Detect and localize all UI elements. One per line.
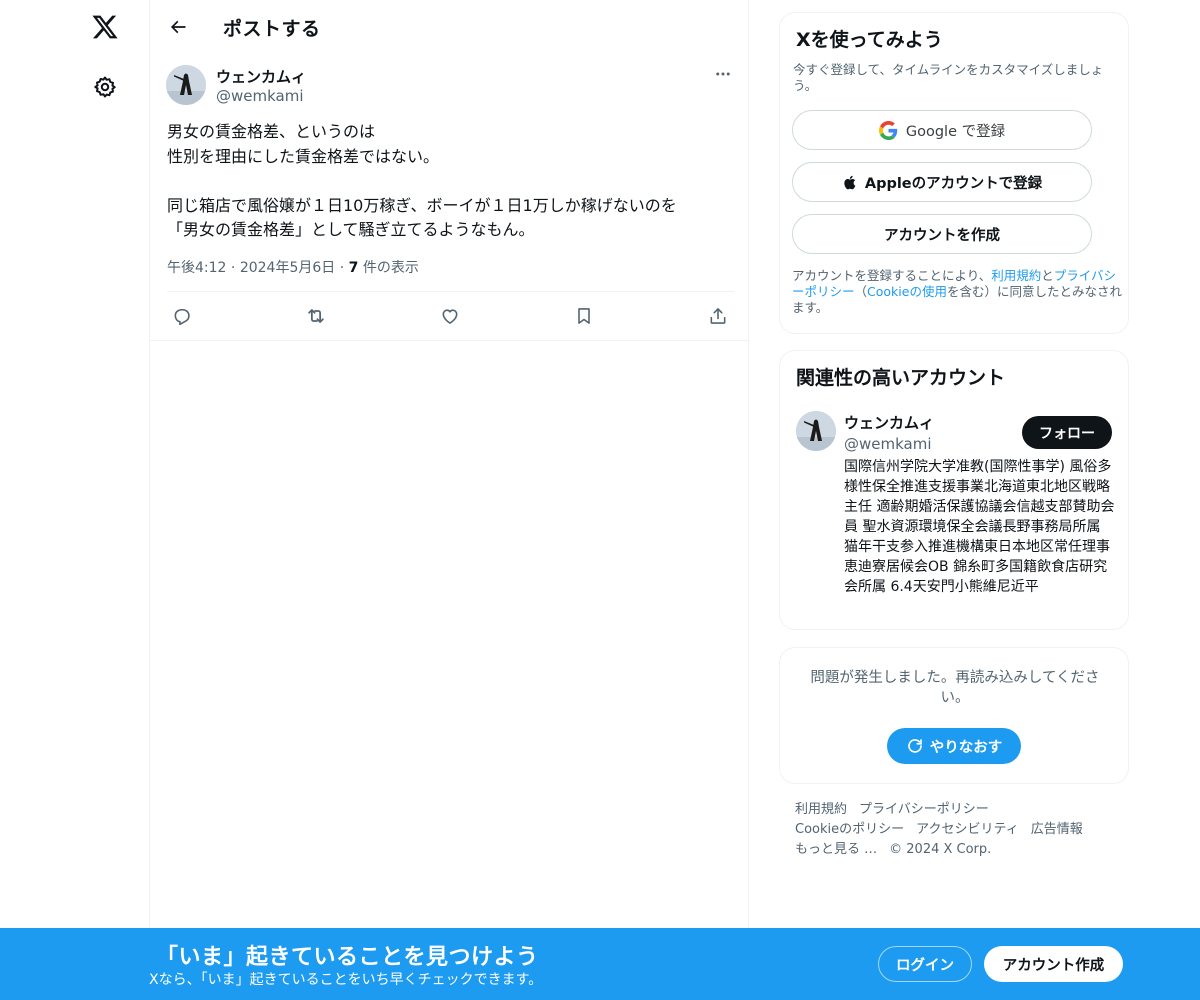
views-label: 件の表示 (362, 260, 419, 276)
create-account-button[interactable]: アカウントを作成 (792, 214, 1092, 254)
error-card: 問題が発生しました。再読み込みしてください。 やりなおす (779, 647, 1129, 784)
bottom-bar-subtitle: Xなら、「いま」起きていることをいち早くチェックできます。 (149, 972, 543, 988)
post-time[interactable]: 午後4:12 (167, 260, 226, 276)
divider (167, 291, 734, 292)
related-accounts-card: 関連性の高いアカウント ウェンカムィ @wemkami フォロー 国際信州学院大… (779, 350, 1129, 630)
legal-prefix: アカウントを登録することにより、 (792, 268, 992, 283)
retry-button[interactable]: やりなおす (887, 728, 1021, 764)
related-bio: 国際信州学院大学准教(国際性事学) 風俗多様性保全推進支援事業北海道東北地区戦略… (844, 459, 1115, 595)
bottom-bar-title: 「いま」起きていることを見つけよう (156, 945, 539, 970)
page-title: ポストする (223, 18, 321, 40)
meta-separator: · (230, 260, 236, 276)
left-nav (0, 0, 150, 1000)
legal-and: と (1041, 268, 1054, 283)
terms-link[interactable]: 利用規約 (991, 268, 1041, 283)
post-meta: 午後4:12 · 2024年5月6日 · 7 件の表示 (167, 257, 419, 277)
page-header: ポストする (150, 0, 750, 53)
apple-signup-button[interactable]: Appleのアカウントで登録 (792, 162, 1092, 202)
google-signup-button[interactable]: Google で登録 (792, 110, 1092, 150)
avatar[interactable] (796, 411, 836, 451)
like-icon[interactable] (435, 301, 465, 331)
apple-signup-label: Appleのアカウントで登録 (864, 175, 1043, 192)
more-icon[interactable] (712, 63, 734, 85)
signup-title: Xを使ってみよう (796, 29, 943, 51)
views-count: 7 (348, 260, 359, 276)
retweet-icon[interactable] (301, 301, 331, 331)
avatar[interactable] (166, 65, 206, 105)
create-account-label: アカウントを作成 (884, 227, 1000, 244)
related-handle[interactable]: @wemkami (844, 435, 932, 453)
refresh-icon (907, 739, 922, 753)
bottom-signup-bar: 「いま」起きていることを見つけよう Xなら、「いま」起きていることをいち早くチェ… (0, 928, 1200, 1000)
footer-link[interactable]: 利用規約 (795, 802, 847, 817)
author-name[interactable]: ウェンカムィ (216, 66, 306, 87)
gear-icon[interactable] (91, 73, 119, 101)
footer-link[interactable]: もっと見る … (795, 842, 877, 857)
bookmark-icon[interactable] (569, 301, 599, 331)
footer-links: 利用規約 プライバシーポリシー Cookieのポリシー アクセシビリティ 広告情報 も… (795, 800, 1115, 860)
legal-paren: （ (854, 284, 868, 299)
post-actions (150, 301, 750, 331)
login-button[interactable]: ログイン (878, 946, 972, 982)
footer-link[interactable]: アクセシビリティ (916, 822, 1019, 837)
meta-separator: · (339, 260, 345, 276)
follow-button[interactable]: フォロー (1022, 416, 1112, 449)
footer-link[interactable]: Cookieのポリシー (795, 822, 904, 837)
post-text: 男女の賃金格差、というのは 性別を理由にした賃金格差ではない。 同じ箱店で風俗嬢… (167, 122, 677, 239)
apple-icon (844, 175, 856, 189)
author-handle[interactable]: @wemkami (216, 87, 304, 105)
google-icon (878, 120, 898, 140)
main-column: ポストする ウェンカムィ @wemkami 男女の賃金格差、というのは 性別を理… (149, 0, 750, 1000)
page: ポストする ウェンカムィ @wemkami 男女の賃金格差、というのは 性別を理… (0, 0, 1200, 1000)
signup-card: Xを使ってみよう 今すぐ登録して、タイムラインをカスタマイズしましょう。 Goo… (779, 12, 1129, 334)
retry-label: やりなおす (929, 739, 1003, 756)
arrow-left-icon[interactable] (164, 13, 192, 41)
signup-button[interactable]: アカウント作成 (984, 946, 1123, 982)
share-icon[interactable] (703, 301, 733, 331)
copyright: © 2024 X Corp. (889, 842, 992, 857)
divider (150, 340, 750, 341)
post-date[interactable]: 2024年5月6日 (240, 260, 335, 276)
signup-subtitle: 今すぐ登録して、タイムラインをカスタマイズしましょう。 (793, 62, 1104, 93)
related-name[interactable]: ウェンカムィ (844, 412, 934, 433)
related-title: 関連性の高いアカウント (796, 367, 1006, 389)
x-logo-icon[interactable] (89, 11, 121, 43)
google-signup-label: Google で登録 (905, 123, 1006, 140)
legal-text: アカウントを登録することにより、利用規約とプライバシーポリシー（Cookieの使… (792, 268, 1122, 316)
footer-link[interactable]: プライバシーポリシー (859, 802, 989, 817)
error-message: 問題が発生しました。再読み込みしてください。 (810, 670, 1100, 706)
footer-link[interactable]: 広告情報 (1031, 822, 1083, 837)
cookie-link[interactable]: Cookieの使用 (867, 284, 947, 299)
reply-icon[interactable] (167, 301, 197, 331)
